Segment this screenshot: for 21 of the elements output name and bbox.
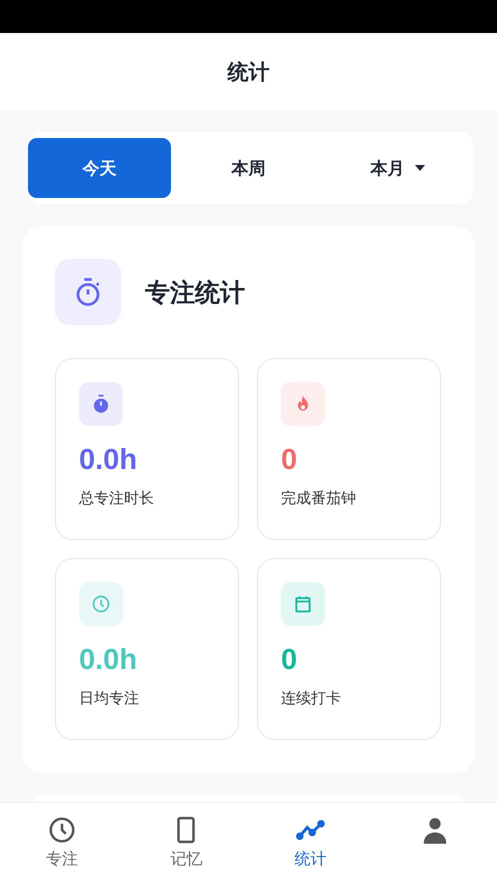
period-tab[interactable]: 本周	[177, 138, 320, 198]
stat-value: 0.0h	[79, 444, 138, 477]
nav-tab[interactable]: 统计	[248, 803, 373, 883]
stat-label: 连续打卡	[281, 689, 341, 708]
stat-label: 日均专注	[79, 689, 139, 708]
stat-value: 0	[281, 644, 298, 677]
page-title: 统计	[228, 58, 270, 86]
period-tab[interactable]: 本月	[326, 138, 469, 198]
period-tab[interactable]: 今天	[28, 138, 171, 198]
stat-label: 完成番茄钟	[281, 489, 356, 508]
card-title: 专注统计	[145, 276, 245, 308]
stat-value: 0.0h	[79, 644, 138, 677]
calendar-icon	[293, 594, 313, 614]
stopwatch-icon	[91, 394, 111, 414]
stat-value: 0	[281, 444, 298, 477]
stat-label: 总专注时长	[79, 489, 154, 508]
clock-icon	[47, 815, 78, 845]
nav-tab[interactable]: 专注	[0, 803, 124, 883]
caret-icon	[414, 165, 424, 171]
nav-tab[interactable]: 记忆	[124, 803, 248, 883]
clock-icon	[91, 594, 111, 614]
